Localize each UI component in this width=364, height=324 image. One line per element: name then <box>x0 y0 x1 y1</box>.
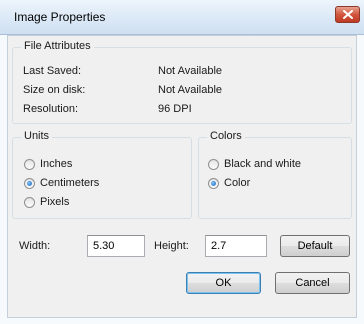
height-input[interactable] <box>205 235 267 257</box>
file-attributes-group: File Attributes Last Saved: Not Availabl… <box>12 40 352 124</box>
colors-label: Colors <box>207 130 245 142</box>
color-radio[interactable] <box>208 178 219 189</box>
resolution-label: Resolution: <box>23 103 79 115</box>
window-title: Image Properties <box>14 10 106 24</box>
inches-label[interactable]: Inches <box>40 158 72 170</box>
pixels-radio[interactable] <box>24 197 35 208</box>
file-attributes-label: File Attributes <box>21 40 94 52</box>
title-bar: Image Properties <box>0 0 364 35</box>
close-button[interactable] <box>335 6 360 23</box>
centimeters-label[interactable]: Centimeters <box>40 177 99 189</box>
size-on-disk-label: Size on disk: <box>23 84 86 96</box>
size-on-disk-value: Not Available <box>158 84 223 96</box>
centimeters-radio[interactable] <box>24 178 35 189</box>
colors-group: Colors Black and white Color <box>198 130 352 219</box>
color-label[interactable]: Color <box>224 177 250 189</box>
last-saved-label: Last Saved: <box>23 65 82 77</box>
dialog-body: File Attributes Last Saved: Not Availabl… <box>7 35 357 318</box>
inches-radio[interactable] <box>24 159 35 170</box>
pixels-label[interactable]: Pixels <box>40 196 69 208</box>
black-and-white-radio[interactable] <box>208 159 219 170</box>
units-group: Units Inches Centimeters Pixels <box>12 130 192 219</box>
ok-button[interactable]: OK <box>186 272 261 294</box>
height-label: Height: <box>154 240 189 252</box>
default-button[interactable]: Default <box>280 235 350 257</box>
cancel-button[interactable]: Cancel <box>275 272 350 294</box>
resolution-value: 96 DPI <box>158 103 192 115</box>
width-input[interactable] <box>87 235 145 257</box>
units-label: Units <box>21 130 53 142</box>
close-icon <box>343 10 353 19</box>
width-label: Width: <box>19 240 51 252</box>
last-saved-value: Not Available <box>158 65 223 77</box>
black-and-white-label[interactable]: Black and white <box>224 158 301 170</box>
